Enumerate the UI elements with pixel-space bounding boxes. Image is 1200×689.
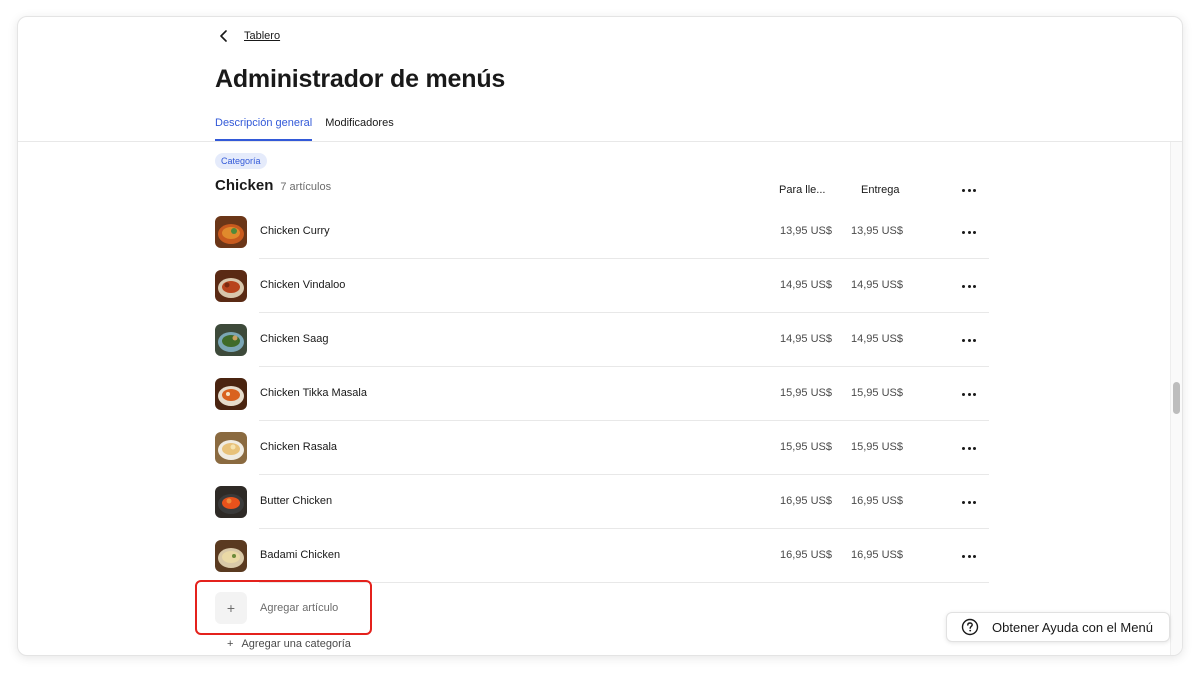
category-name: Chicken (215, 177, 274, 194)
category-more-options-icon[interactable] (961, 185, 977, 195)
menu-item-photo (215, 432, 247, 464)
menu-item-name[interactable]: Badami Chicken (260, 549, 340, 561)
menu-item-price-pickup: 13,95 US$ (780, 225, 832, 237)
help-label[interactable]: Obtener Ayuda con el Menú (992, 620, 1153, 635)
menu-item-name[interactable]: Chicken Rasala (260, 441, 337, 453)
more-options-icon[interactable] (961, 497, 977, 507)
header-divider (18, 141, 1182, 142)
menu-item-price-delivery: 13,95 US$ (851, 225, 903, 237)
breadcrumb: Tablero (218, 30, 280, 42)
menu-item-name[interactable]: Chicken Saag (260, 333, 329, 345)
menu-item-row[interactable]: Chicken Curry 13,95 US$ 13,95 US$ (215, 205, 989, 259)
question-circle-icon (961, 618, 979, 636)
page-title: Administrador de menús (215, 65, 506, 93)
menu-item-price-pickup: 15,95 US$ (780, 441, 832, 453)
menu-item-price-pickup: 14,95 US$ (780, 333, 832, 345)
menu-item-price-pickup: 14,95 US$ (780, 279, 832, 291)
menu-item-name[interactable]: Butter Chicken (260, 495, 332, 507)
menu-item-price-pickup: 16,95 US$ (780, 549, 832, 561)
menu-item-price-delivery: 16,95 US$ (851, 495, 903, 507)
back-link[interactable]: Tablero (244, 30, 280, 42)
menu-item-price-pickup: 16,95 US$ (780, 495, 832, 507)
menu-item-row[interactable]: Badami Chicken 16,95 US$ 16,95 US$ (215, 529, 989, 583)
menu-item-photo (215, 540, 247, 572)
menu-item-name[interactable]: Chicken Vindaloo (260, 279, 345, 291)
menu-item-price-delivery: 15,95 US$ (851, 441, 903, 453)
chevron-left-icon[interactable] (218, 30, 230, 42)
category-header: Chicken 7 artículos (215, 177, 331, 194)
add-item-label[interactable]: Agregar artículo (260, 602, 338, 614)
more-options-icon[interactable] (961, 281, 977, 291)
menu-item-row[interactable]: Chicken Tikka Masala 15,95 US$ 15,95 US$ (215, 367, 989, 421)
scrollbar[interactable] (1170, 142, 1182, 655)
menu-item-price-pickup: 15,95 US$ (780, 387, 832, 399)
add-category-button[interactable]: + Agregar una categoría (227, 638, 351, 650)
menu-item-row[interactable]: Chicken Saag 14,95 US$ 14,95 US$ (215, 313, 989, 367)
column-header-pickup: Para lle... (779, 184, 826, 196)
menu-item-photo (215, 486, 247, 518)
column-header-delivery: Entrega (861, 184, 900, 196)
more-options-icon[interactable] (961, 443, 977, 453)
menu-item-photo (215, 324, 247, 356)
tab-overview[interactable]: Descripción general (215, 117, 313, 141)
menu-item-row[interactable]: Butter Chicken 16,95 US$ 16,95 US$ (215, 475, 989, 529)
category-item-count: 7 artículos (280, 181, 332, 193)
tab-bar: Descripción general Modificadores (215, 117, 394, 141)
add-item-button[interactable]: + Agregar artículo (215, 592, 338, 624)
plus-icon: + (227, 638, 234, 650)
menu-item-photo (215, 216, 247, 248)
menu-help-button[interactable]: Obtener Ayuda con el Menú (946, 612, 1170, 642)
plus-icon[interactable]: + (215, 592, 247, 624)
menu-item-photo (215, 378, 247, 410)
menu-item-photo (215, 270, 247, 302)
menu-item-row[interactable]: Chicken Vindaloo 14,95 US$ 14,95 US$ (215, 259, 989, 313)
menu-item-row[interactable]: Chicken Rasala 15,95 US$ 15,95 US$ (215, 421, 989, 475)
scrollbar-thumb[interactable] (1173, 382, 1180, 414)
menu-item-price-delivery: 14,95 US$ (851, 333, 903, 345)
more-options-icon[interactable] (961, 551, 977, 561)
menu-item-name[interactable]: Chicken Tikka Masala (260, 387, 367, 399)
menu-item-name[interactable]: Chicken Curry (260, 225, 330, 237)
menu-item-price-delivery: 15,95 US$ (851, 387, 903, 399)
app-window: Tablero Administrador de menús Descripci… (17, 16, 1183, 656)
add-category-label[interactable]: Agregar una categoría (241, 638, 350, 650)
tab-modifiers[interactable]: Modificadores (325, 117, 393, 141)
menu-item-price-delivery: 14,95 US$ (851, 279, 903, 291)
more-options-icon[interactable] (961, 389, 977, 399)
category-badge: Categoría (215, 153, 267, 169)
menu-item-price-delivery: 16,95 US$ (851, 549, 903, 561)
more-options-icon[interactable] (961, 335, 977, 345)
more-options-icon[interactable] (961, 227, 977, 237)
